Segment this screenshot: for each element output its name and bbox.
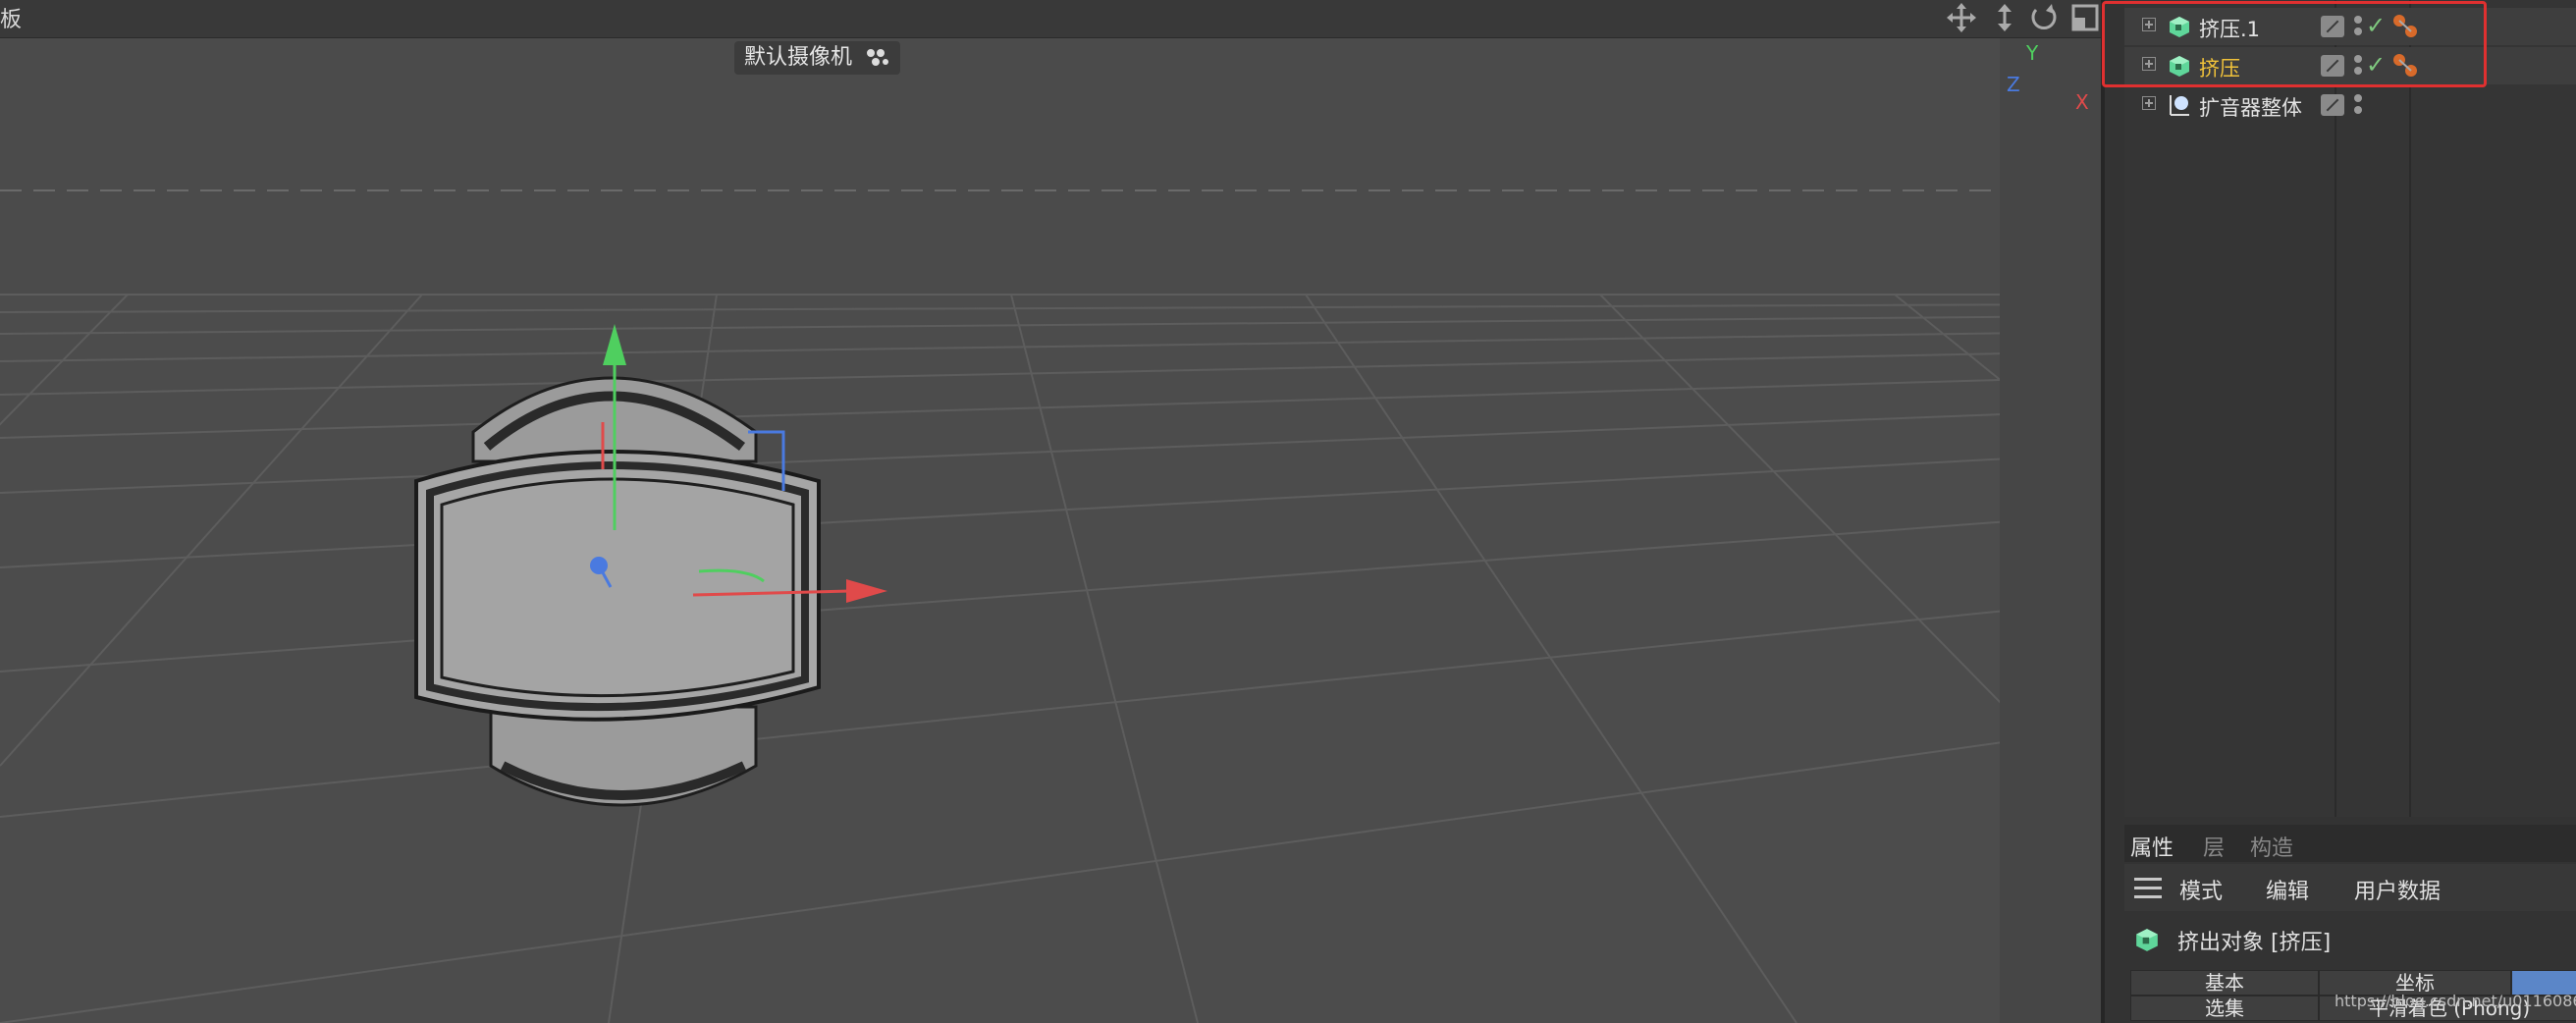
enabled-check-icon[interactable]: ✓ xyxy=(2366,51,2386,79)
tab-attributes[interactable]: 属性 xyxy=(2130,831,2174,862)
3d-viewport[interactable]: 板 默认摄像机 Y Z X xyxy=(0,0,2101,1023)
viewport-safe-frame xyxy=(2000,37,2101,1023)
object-row-extrude[interactable]: 挤压 ✓ xyxy=(2124,47,2576,84)
right-panel: 挤压.1 ✓ 挤压 ✓ 扩音器整体 属性 层 构造 模式 编辑 用户数据 挤出对… xyxy=(2101,0,2576,1023)
edit-visibility-icon[interactable] xyxy=(2321,55,2344,77)
edit-menu[interactable]: 编辑 xyxy=(2266,874,2309,905)
rotate-view-icon[interactable] xyxy=(2028,2,2060,33)
axis-label-x: X xyxy=(2075,90,2089,114)
material-tag-icon[interactable] xyxy=(2391,14,2423,41)
object-manager[interactable]: 挤压.1 ✓ 挤压 ✓ 扩音器整体 xyxy=(2124,0,2576,817)
tab-basic[interactable]: 基本 xyxy=(2130,970,2319,996)
material-tag-icon[interactable] xyxy=(2391,53,2423,81)
null-object-icon xyxy=(2170,95,2189,116)
camera-label-text: 默认摄像机 xyxy=(744,45,853,70)
enabled-check-icon[interactable]: ✓ xyxy=(2366,12,2386,39)
scene-canvas[interactable] xyxy=(0,0,2101,1023)
watermark: https://blog.csdn.net/u011608672 xyxy=(2334,992,2576,1010)
maximize-view-icon[interactable] xyxy=(2069,2,2101,33)
extrude-cube-icon xyxy=(2170,17,2189,37)
camera-icon xyxy=(867,49,889,66)
extrude-object-front xyxy=(414,430,821,722)
tab-construction[interactable]: 构造 xyxy=(2250,831,2293,862)
expand-toggle[interactable] xyxy=(2142,96,2156,110)
attributes-mode-bar: 模式 编辑 用户数据 xyxy=(2124,864,2576,911)
object-row-extrude-1[interactable]: 挤压.1 ✓ xyxy=(2124,8,2576,45)
extrude-cube-icon xyxy=(2170,56,2189,77)
expand-toggle[interactable] xyxy=(2142,57,2156,71)
render-dots-icon[interactable] xyxy=(2354,92,2364,118)
object-row-speaker-group[interactable]: 扩音器整体 xyxy=(2124,86,2576,124)
attributes-object-header: 挤出对象 [挤压] xyxy=(2124,913,2576,962)
camera-label[interactable]: 默认摄像机 xyxy=(734,41,901,75)
user-data-menu[interactable]: 用户数据 xyxy=(2354,874,2441,905)
edit-visibility-icon[interactable] xyxy=(2321,16,2344,37)
object-name[interactable]: 挤压.1 xyxy=(2199,14,2260,43)
dolly-view-icon[interactable] xyxy=(1989,2,2020,33)
viewport-title: 板 xyxy=(0,8,23,32)
attributes-tab-bar: 属性 层 构造 xyxy=(2124,825,2576,862)
attributes-object-title: 挤出对象 [挤压] xyxy=(2177,931,2332,955)
tab-layers[interactable]: 层 xyxy=(2203,831,2225,862)
object-name[interactable]: 挤压 xyxy=(2199,53,2240,82)
expand-toggle[interactable] xyxy=(2142,18,2156,31)
render-dots-icon[interactable] xyxy=(2354,14,2364,39)
axis-label-z: Z xyxy=(2007,73,2020,96)
menu-icon[interactable] xyxy=(2134,878,2162,899)
edit-visibility-icon[interactable] xyxy=(2321,94,2344,116)
move-view-icon[interactable] xyxy=(1946,2,1977,33)
object-name[interactable]: 扩音器整体 xyxy=(2199,92,2302,122)
render-dots-icon[interactable] xyxy=(2354,53,2364,79)
viewport-header: 板 xyxy=(0,0,2101,38)
extrude-cube-icon xyxy=(2136,929,2158,951)
mode-menu[interactable]: 模式 xyxy=(2179,874,2223,905)
tab-selection[interactable]: 选集 xyxy=(2130,996,2319,1021)
axis-label-y: Y xyxy=(2026,41,2039,65)
